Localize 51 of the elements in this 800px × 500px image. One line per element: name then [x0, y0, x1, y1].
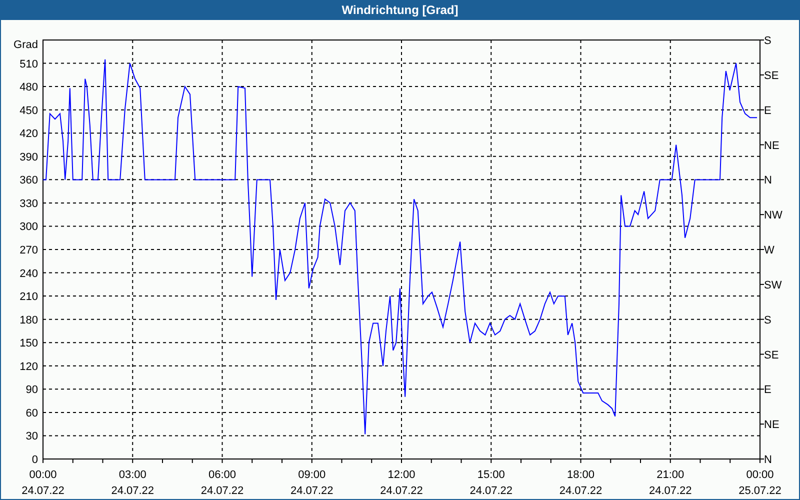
compass-tick-label: W [764, 244, 774, 256]
axis-tick-label: 390 [20, 151, 38, 164]
axis-date-label: 25.07.22 [738, 485, 782, 497]
compass-tick-label: SW [764, 279, 782, 292]
axis-tick-label: 510 [20, 58, 38, 70]
axis-tick-label: 180 [20, 314, 38, 326]
compass-tick-label: NE [764, 140, 780, 152]
axis-tick-label: 450 [20, 104, 38, 117]
axis-tick-label: 240 [20, 268, 38, 280]
axis-tick-label: 00:00 [29, 469, 57, 481]
compass-tick-label: N [764, 454, 772, 466]
axis-tick-label: 15:00 [477, 469, 505, 481]
axis-tick-label: 03:00 [118, 469, 146, 481]
axis-title: Grad [14, 39, 38, 51]
compass-tick-label: N [764, 174, 772, 187]
axis-tick-label: 420 [20, 128, 38, 140]
axis-tick-label: 480 [20, 82, 38, 94]
axis-date-label: 24.07.22 [111, 485, 154, 497]
axis-date-label: 24.07.22 [470, 485, 513, 497]
axis-date-label: 24.07.22 [22, 485, 64, 497]
axis-tick-label: 270 [20, 244, 38, 256]
axis-tick-label: 09:00 [298, 469, 326, 481]
axis-tick-label: 120 [20, 360, 38, 373]
axis-date-label: 24.07.22 [559, 485, 602, 497]
axis-tick-label: 330 [20, 198, 38, 210]
axis-tick-label: 12:00 [388, 469, 416, 481]
axis-date-label: 24.07.22 [648, 485, 692, 497]
axis-date-label: 24.07.22 [290, 485, 334, 497]
compass-tick-label: NW [764, 210, 782, 222]
axis-tick-label: 60 [26, 407, 38, 420]
window-title: Windrichtung [Grad] [342, 3, 458, 17]
axis-tick-label: 90 [26, 384, 38, 396]
axis-tick-label: 21:00 [656, 469, 684, 481]
compass-tick-label: SE [764, 70, 779, 82]
compass-tick-label: E [764, 384, 772, 396]
axis-tick-label: 0 [32, 454, 38, 466]
axis-tick-label: 150 [20, 338, 38, 350]
axis-tick-label: 00:00 [746, 469, 774, 481]
axis-tick-label: 30 [26, 430, 38, 443]
compass-tick-label: S [764, 314, 772, 326]
axis-date-label: 24.07.22 [200, 485, 244, 497]
axis-tick-label: 06:00 [208, 469, 236, 481]
axis-date-label: 24.07.22 [380, 485, 423, 497]
compass-tick-label: SE [764, 349, 779, 362]
compass-tick-label: S [764, 35, 772, 47]
compass-tick-label: NE [764, 419, 780, 432]
axis-tick-label: 300 [20, 221, 38, 234]
axis-tick-label: 210 [20, 291, 38, 304]
axis-tick-label: 360 [20, 174, 38, 187]
compass-tick-label: E [764, 104, 772, 117]
axis-tick-label: 18:00 [566, 469, 595, 481]
